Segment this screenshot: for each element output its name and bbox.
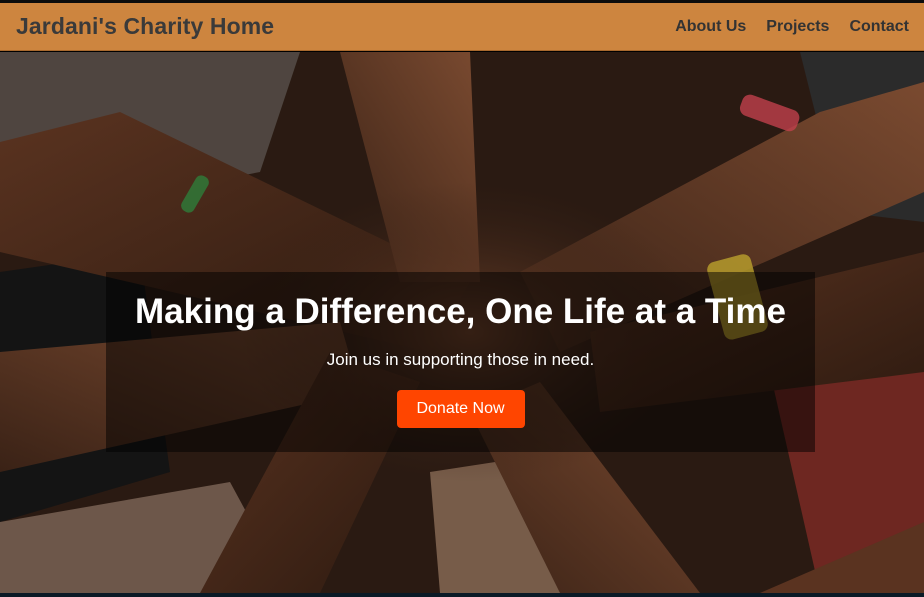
nav-links: About Us Projects Contact <box>675 18 909 36</box>
hero-section: Making a Difference, One Life at a Time … <box>0 52 924 593</box>
site-brand[interactable]: Jardani's Charity Home <box>16 13 274 40</box>
hero-subtitle: Join us in supporting those in need. <box>326 350 595 369</box>
hero-title: Making a Difference, One Life at a Time <box>135 292 786 331</box>
nav-about-us[interactable]: About Us <box>675 18 746 36</box>
hero-overlay: Making a Difference, One Life at a Time … <box>106 272 815 452</box>
window-bottom-border <box>0 593 924 597</box>
nav-contact[interactable]: Contact <box>849 18 909 36</box>
navbar: Jardani's Charity Home About Us Projects… <box>0 3 924 51</box>
donate-now-button[interactable]: Donate Now <box>396 390 525 428</box>
nav-projects[interactable]: Projects <box>766 18 829 36</box>
